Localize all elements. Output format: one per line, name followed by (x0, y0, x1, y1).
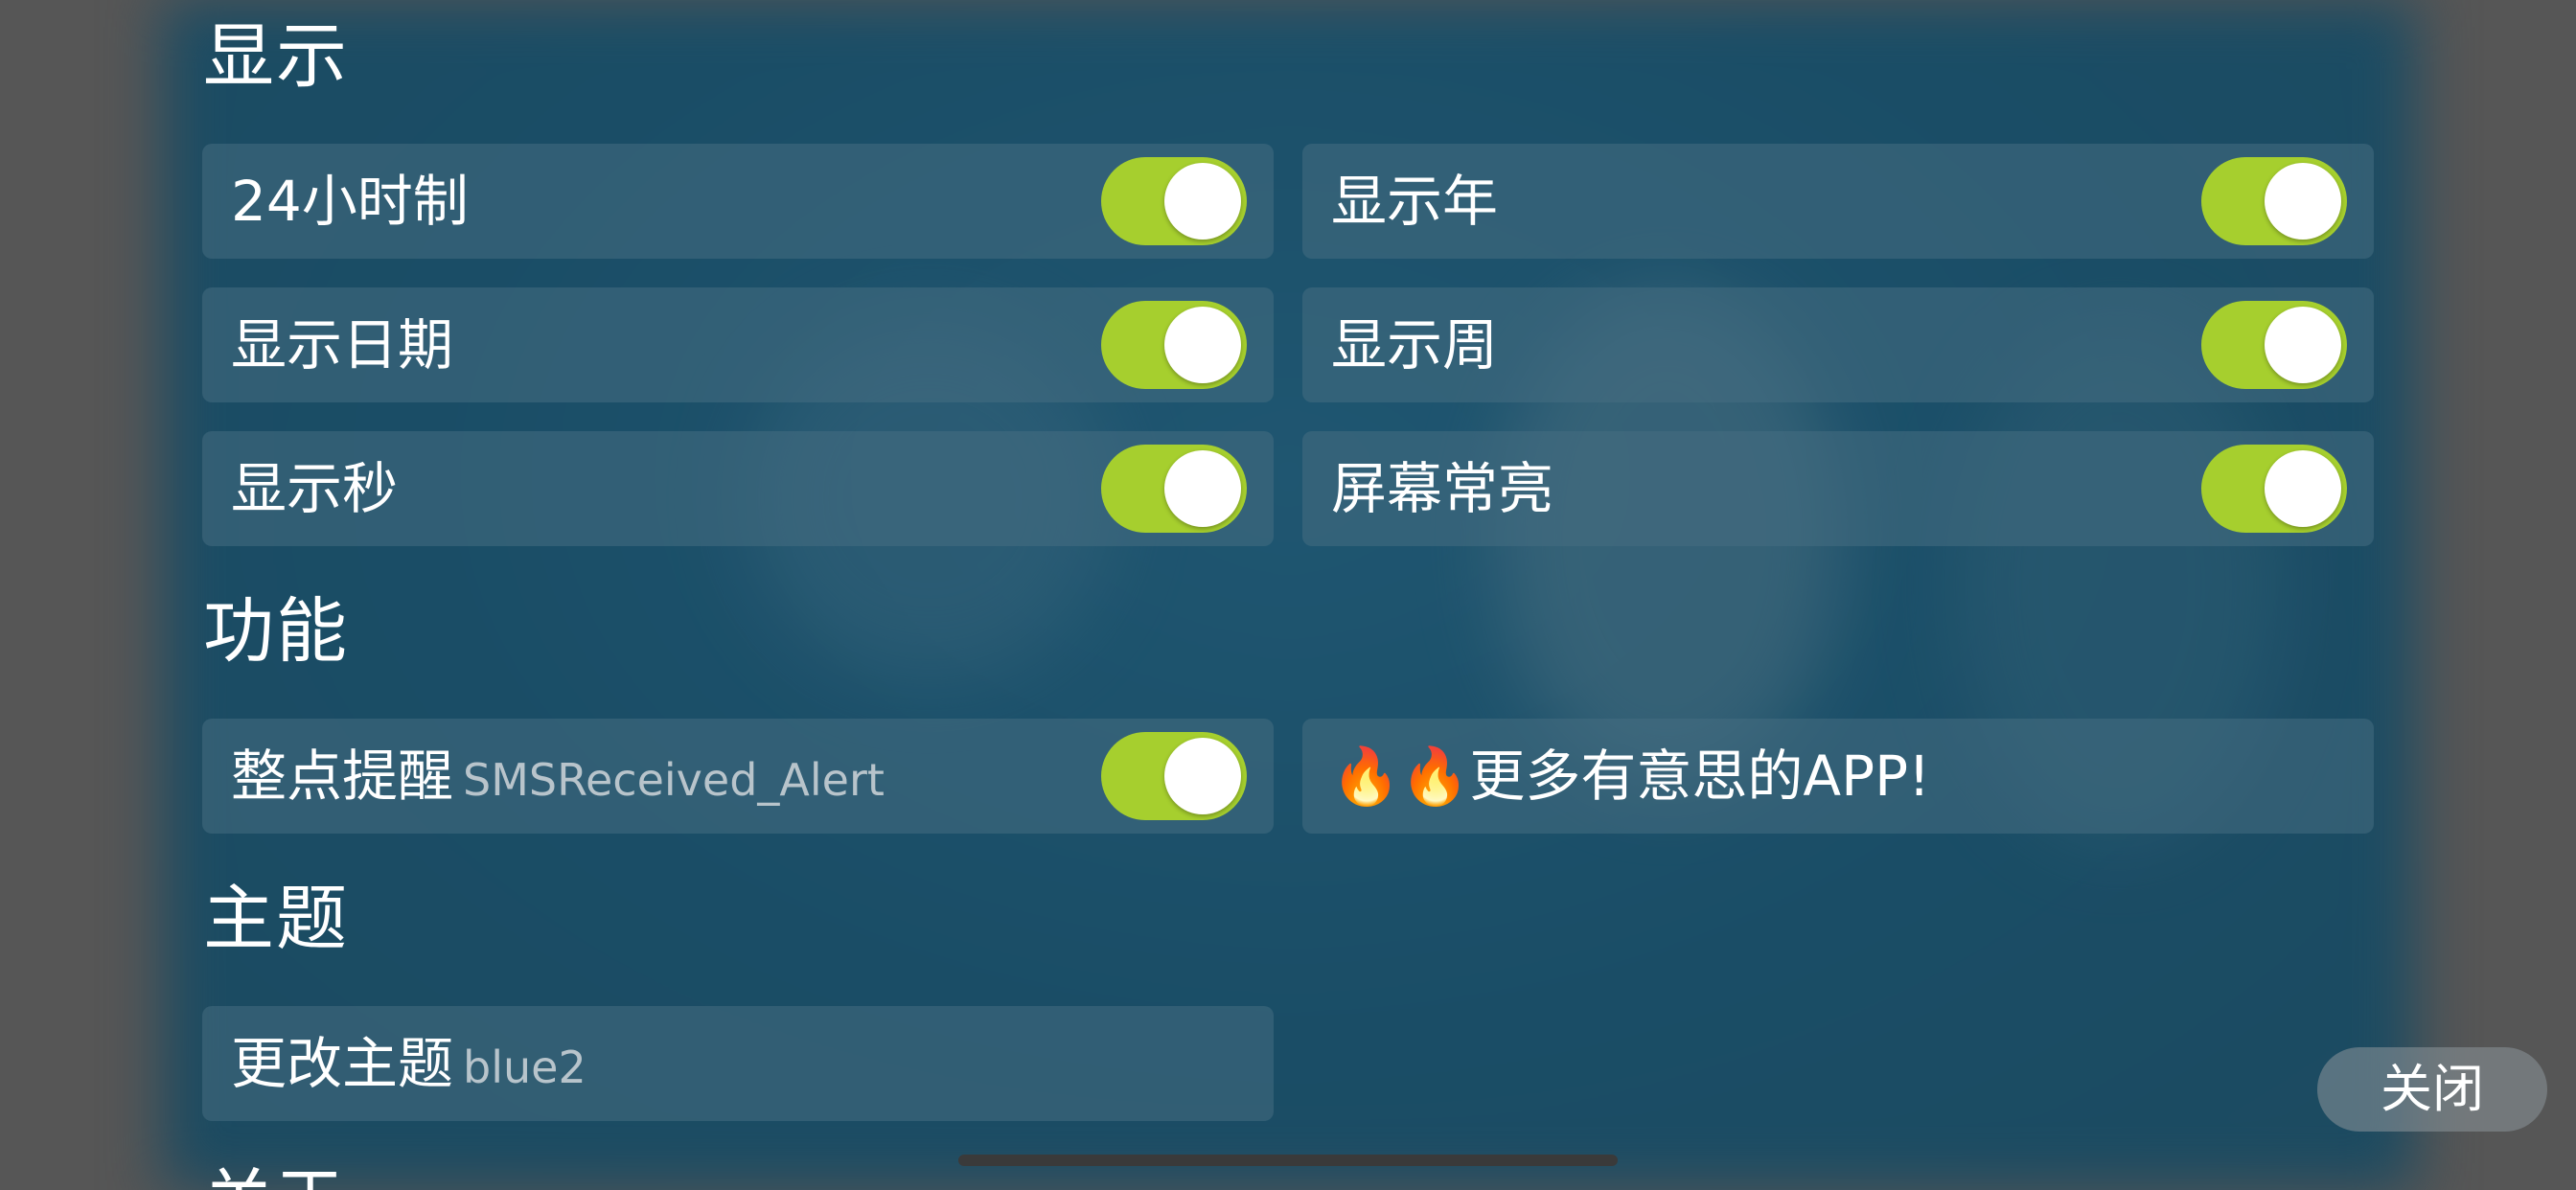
setting-hourly-alert: 整点提醒 SMSReceived_Alert (202, 719, 1274, 834)
section-title-display: 显示 (203, 15, 349, 98)
setting-show-year: 显示年 (1302, 144, 2374, 259)
section-title-about: 关于 (203, 1159, 345, 1190)
section-title-theme: 主题 (203, 878, 349, 960)
hourly-alert-sound[interactable]: SMSReceived_Alert (463, 754, 885, 806)
toggle-knob (1164, 450, 1241, 527)
more-apps-label: 🔥🔥更多有意思的APP! (1331, 744, 1931, 809)
close-button[interactable]: 关闭 (2317, 1047, 2547, 1132)
setting-show-date: 显示日期 (202, 287, 1274, 402)
setting-label: 屏幕常亮 (1331, 456, 1554, 521)
setting-24-hour: 24小时制 (202, 144, 1274, 259)
toggle-show-date[interactable] (1101, 301, 1247, 389)
toggle-keep-screen-on[interactable] (2201, 445, 2347, 533)
change-theme-label: 更改主题 (231, 1031, 454, 1096)
toggle-show-seconds[interactable] (1101, 445, 1247, 533)
change-theme-button[interactable]: 更改主题 blue2 (202, 1006, 1274, 1121)
setting-label: 更改主题 blue2 (231, 1006, 586, 1121)
current-theme-value: blue2 (463, 1041, 586, 1093)
setting-label: 显示年 (1331, 169, 1499, 234)
toggle-show-year[interactable] (2201, 157, 2347, 245)
setting-label: 显示秒 (231, 456, 399, 521)
toggle-knob (2265, 450, 2341, 527)
settings-screen: 显示 24小时制 显示年 显示日期 显示周 显示秒 屏幕常亮 功能 整点提醒 SM… (0, 0, 2576, 1190)
setting-keep-screen-on: 屏幕常亮 (1302, 431, 2374, 546)
toggle-24-hour[interactable] (1101, 157, 1247, 245)
setting-label: 24小时制 (231, 169, 469, 234)
toggle-knob (1164, 163, 1241, 240)
home-indicator[interactable] (958, 1155, 1618, 1166)
section-title-features: 功能 (203, 590, 349, 673)
setting-label: 显示日期 (231, 312, 454, 378)
toggle-knob (1164, 738, 1241, 814)
toggle-show-week[interactable] (2201, 301, 2347, 389)
toggle-knob (2265, 307, 2341, 383)
hourly-alert-label: 整点提醒 (231, 744, 454, 809)
setting-show-week: 显示周 (1302, 287, 2374, 402)
toggle-hourly-alert[interactable] (1101, 732, 1247, 820)
setting-show-seconds: 显示秒 (202, 431, 1274, 546)
setting-label: 整点提醒 SMSReceived_Alert (231, 719, 885, 834)
more-apps-link[interactable]: 🔥🔥更多有意思的APP! (1302, 719, 2374, 834)
toggle-knob (1164, 307, 1241, 383)
setting-label: 显示周 (1331, 312, 1499, 378)
toggle-knob (2265, 163, 2341, 240)
